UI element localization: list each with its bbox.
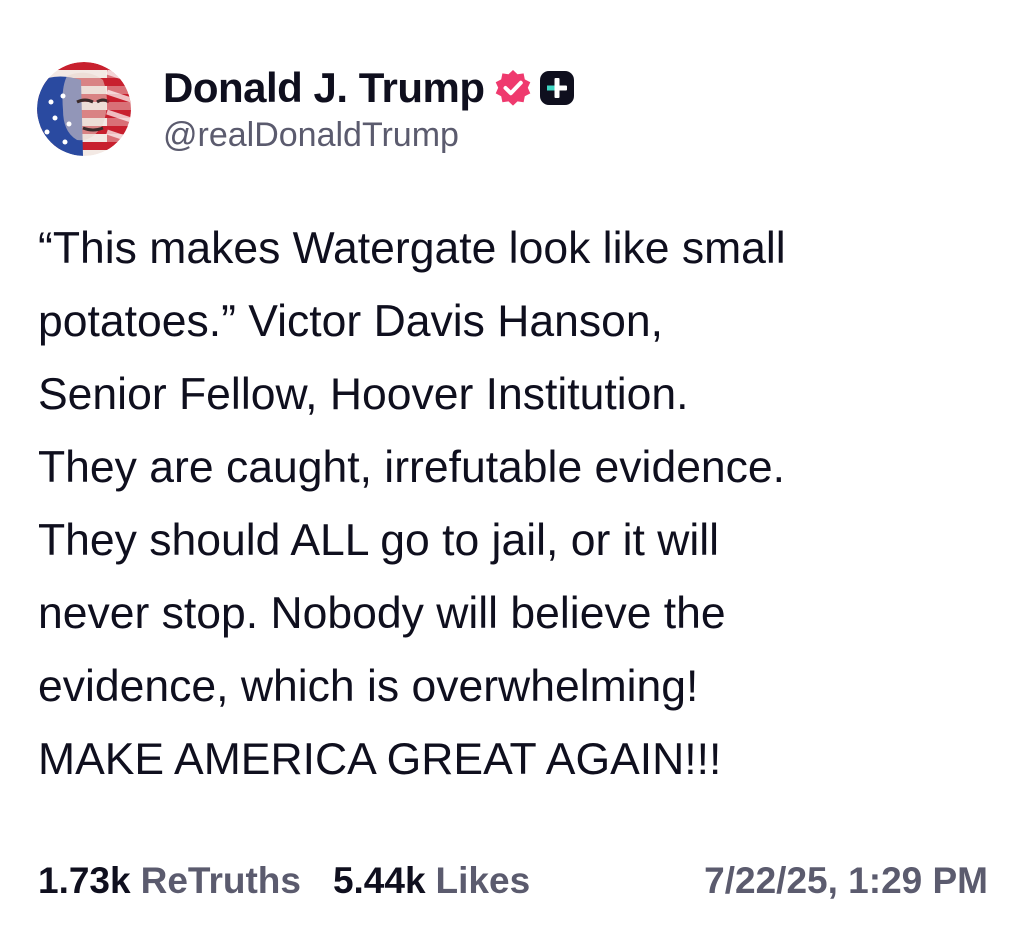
truth-post: Donald J. Trump @realDonaldTrump “This m… [0, 0, 1024, 930]
likes-count: 5.44k [332, 860, 426, 901]
author-name-row: Donald J. Trump [163, 58, 577, 118]
likes-stat[interactable]: 5.44k Likes [333, 860, 530, 902]
retruths-count: 1.73k [38, 860, 131, 901]
post-text: “This makes Watergate look like small po… [38, 212, 1008, 796]
retruths-stat[interactable]: 1.73k ReTruths [38, 860, 301, 902]
retruths-label: ReTruths [140, 860, 301, 901]
post-timestamp[interactable]: 7/22/25, 1:29 PM [704, 860, 988, 902]
author-name[interactable]: Donald J. Trump [163, 64, 485, 112]
engagement-stats: 1.73k ReTruths 5.44k Likes 7/22/25, 1:29 P… [38, 856, 988, 906]
post-text-line: Senior Fellow, Hoover Institution. [38, 370, 689, 419]
avatar-flag-portrait-icon [37, 62, 131, 156]
post-text-line: They should ALL go to jail, or it will [38, 516, 720, 565]
post-text-line: potatoes.” Victor Davis Hanson, [38, 297, 663, 346]
post-text-line: MAKE AMERICA GREAT AGAIN!!! [38, 735, 722, 784]
post-text-line: They are caught, irrefutable evidence. [38, 443, 786, 492]
post-text-line: evidence, which is overwhelming! [38, 662, 699, 711]
post-text-line: never stop. Nobody will believe the [38, 589, 726, 638]
avatar[interactable] [37, 62, 131, 156]
author-handle[interactable]: @realDonaldTrump [163, 116, 459, 155]
truth-plus-icon [537, 68, 577, 108]
post-text-line: “This makes Watergate look like small [38, 224, 786, 273]
verified-badge-icon [493, 68, 533, 108]
likes-label: Likes [435, 860, 531, 901]
